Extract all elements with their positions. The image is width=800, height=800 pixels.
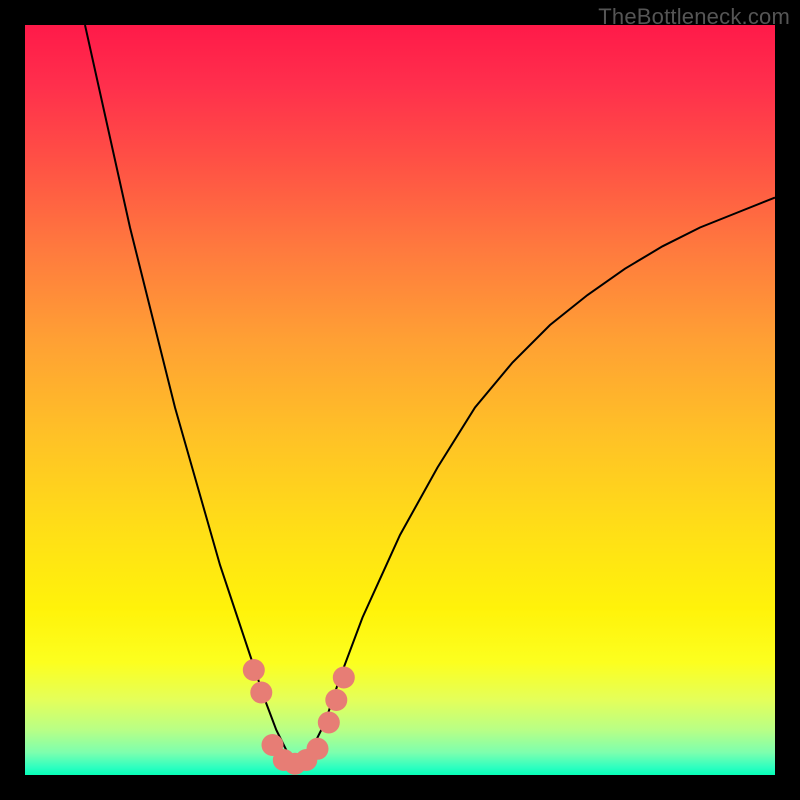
- data-marker-1: [250, 682, 272, 704]
- curve-svg: [25, 25, 775, 775]
- data-marker-0: [243, 659, 265, 681]
- data-marker-7: [318, 712, 340, 734]
- plot-area: [25, 25, 775, 775]
- chart-frame: TheBottleneck.com: [0, 0, 800, 800]
- data-marker-9: [333, 667, 355, 689]
- data-marker-6: [307, 738, 329, 760]
- markers-group: [243, 659, 355, 775]
- bottleneck-curve: [85, 25, 775, 764]
- data-marker-8: [325, 689, 347, 711]
- watermark-text: TheBottleneck.com: [598, 4, 790, 30]
